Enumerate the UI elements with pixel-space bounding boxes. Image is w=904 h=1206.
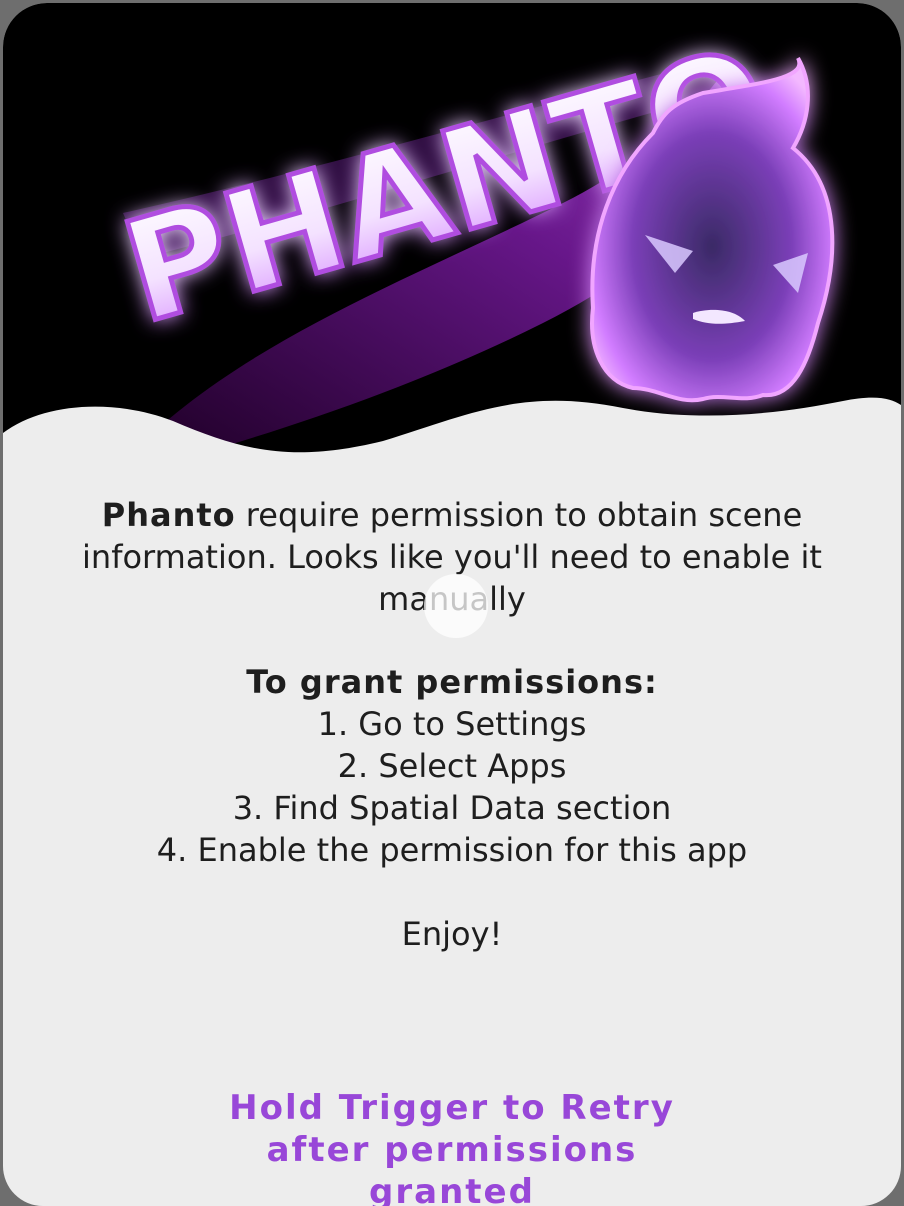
retry-prompt[interactable]: Hold Trigger to Retry after permissions …: [3, 1087, 901, 1206]
closing-text: Enjoy!: [401, 915, 503, 953]
phanto-logo-art: PHANTO: [3, 3, 901, 473]
retry-line-2: after permissions: [266, 1130, 638, 1170]
message-text-2: information. Looks like you'll need to e…: [82, 538, 822, 576]
message-text-3: manually: [378, 580, 526, 618]
permission-panel: PHANTO Phanto require permission to obta…: [3, 3, 901, 1206]
permission-message: Phanto require permission to obtain scen…: [3, 494, 901, 620]
instructions-list: To grant permissions: 1. Go to Settings …: [3, 661, 901, 871]
instruction-step: 4. Enable the permission for this app: [156, 831, 748, 869]
brand-name: Phanto: [101, 496, 236, 534]
phanto-banner: PHANTO: [3, 3, 901, 473]
instruction-step: 3. Find Spatial Data section: [232, 789, 672, 827]
instruction-step: 2. Select Apps: [337, 747, 567, 785]
instructions-heading: To grant permissions:: [246, 663, 658, 701]
message-text-1: require permission to obtain scene: [235, 496, 803, 534]
retry-line-1: Hold Trigger to Retry: [229, 1088, 675, 1128]
instruction-step: 1. Go to Settings: [317, 705, 587, 743]
retry-line-3: granted: [369, 1172, 535, 1206]
